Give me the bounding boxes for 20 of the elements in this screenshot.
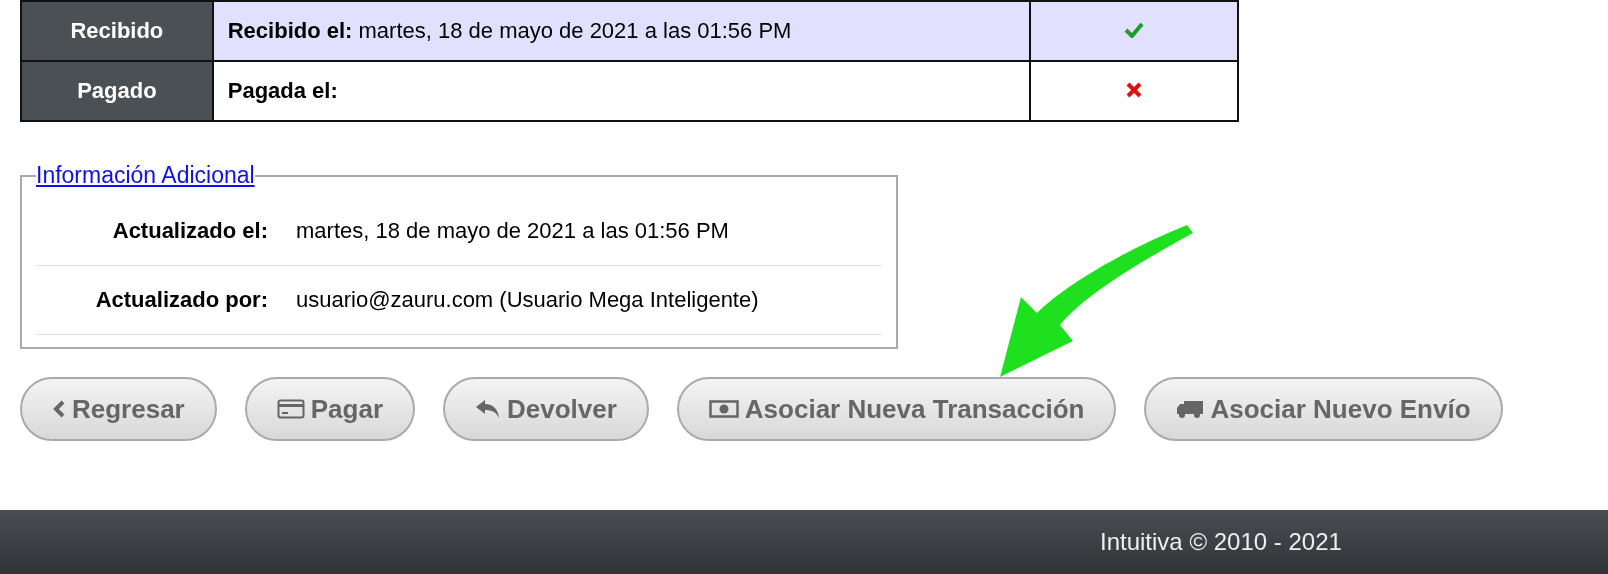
legend-link[interactable]: Información Adicional: [36, 162, 255, 188]
reply-arrow-icon: [475, 399, 501, 419]
status-detail: Recibido el: martes, 18 de mayo de 2021 a las 01:56 PM: [212, 1, 1031, 61]
info-label: Actualizado el:: [111, 218, 269, 244]
action-button[interactable]: Regresar: [20, 377, 217, 441]
info-value: usuario@zauru.com (Usuario Mega Inteligente): [295, 287, 759, 313]
action-button[interactable]: Asociar Nuevo Envío: [1144, 377, 1503, 441]
banknote-icon: [708, 399, 739, 419]
action-button[interactable]: Asociar Nueva Transacción: [676, 377, 1117, 441]
action-button[interactable]: Devolver: [443, 377, 649, 441]
info-value: martes, 18 de mayo de 2021 a las 01:56 PM: [295, 218, 729, 244]
info-label: Actualizado por:: [94, 287, 269, 313]
footer-text: Intuitiva © 2010 - 2021: [1100, 528, 1342, 556]
chevron-left-icon: [52, 400, 66, 418]
action-button[interactable]: Pagar: [244, 377, 415, 441]
truck-icon: [1176, 399, 1205, 419]
credit-card-icon: [276, 399, 305, 419]
status-header: Pagado: [21, 61, 213, 121]
status-detail: Pagada el:: [212, 61, 1031, 121]
status-header: Recibido: [21, 1, 213, 61]
